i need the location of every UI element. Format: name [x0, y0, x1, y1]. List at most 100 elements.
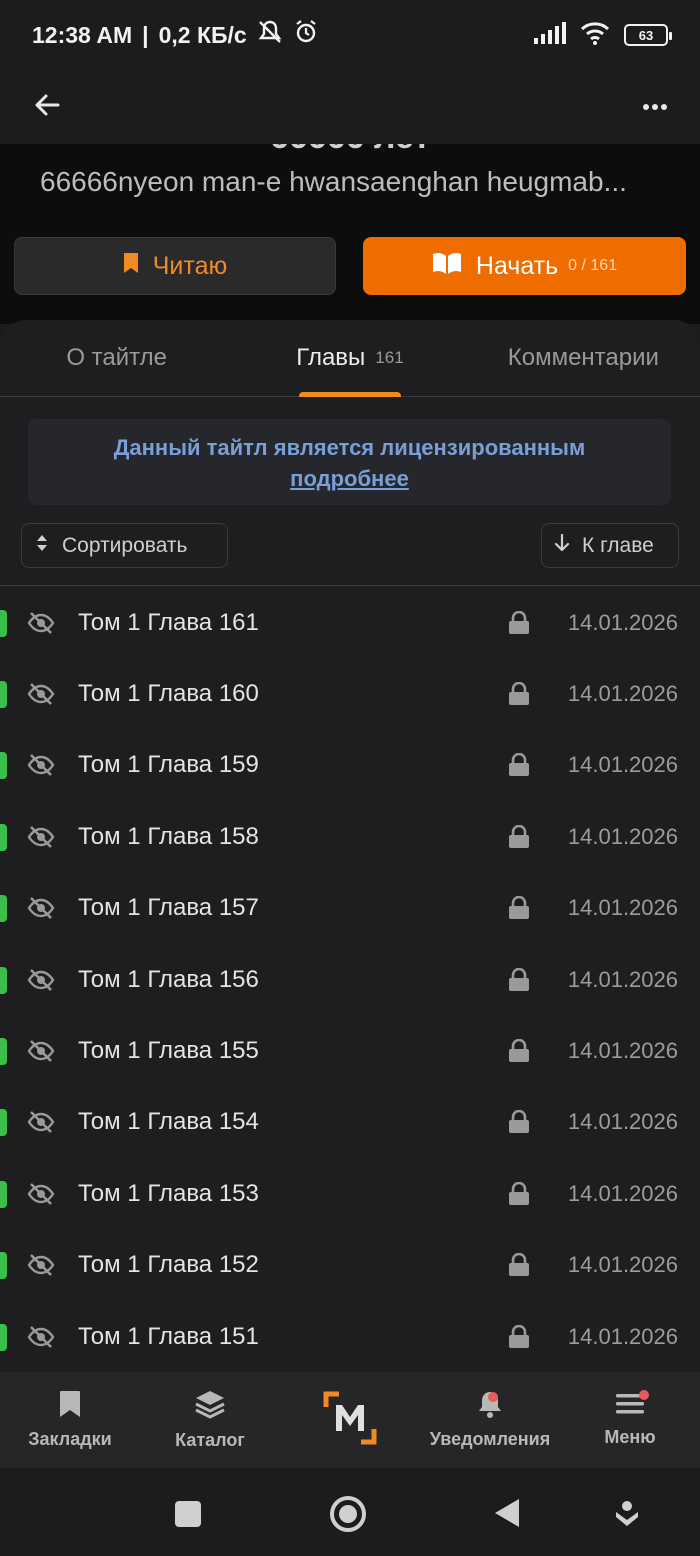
lock-icon — [508, 967, 530, 997]
start-reading-button[interactable]: Начать 0 / 161 — [363, 237, 686, 295]
eye-slash-icon[interactable] — [27, 1253, 55, 1282]
chapter-title: Том 1 Глава 156 — [78, 965, 259, 993]
chapter-date: 14.01.2026 — [567, 1038, 678, 1064]
chapter-title: Том 1 Глава 159 — [78, 751, 259, 779]
chapter-row[interactable]: Том 1 Глава 157 14.01.2026 — [0, 873, 700, 944]
tab-comments[interactable]: Комментарии — [467, 320, 700, 396]
chapter-date: 14.01.2026 — [567, 1180, 678, 1206]
list-divider — [0, 585, 700, 586]
eye-slash-icon[interactable] — [27, 753, 55, 782]
chapter-list: Том 1 Глава 161 14.01.2026 Том 1 Глава 160… — [0, 587, 700, 1372]
license-notice: Данный тайтл является лицензированным по… — [28, 419, 671, 505]
tab-about[interactable]: О тайтле — [0, 320, 233, 396]
status-left: 12:38 AM | 0,2 КБ/с — [32, 19, 319, 51]
go-to-chapter-button[interactable]: К главе — [541, 523, 679, 568]
chapter-date: 14.01.2026 — [567, 681, 678, 707]
read-marker — [0, 1109, 7, 1137]
eye-slash-icon[interactable] — [27, 1182, 55, 1211]
chapter-row[interactable]: Том 1 Глава 160 14.01.2026 — [0, 658, 700, 729]
bookmark-icon — [59, 1390, 81, 1423]
nav-menu-label: Меню — [604, 1427, 656, 1447]
eye-slash-icon[interactable] — [27, 1110, 55, 1139]
lock-icon — [508, 681, 530, 711]
eye-slash-icon[interactable] — [27, 1039, 55, 1068]
chapter-row[interactable]: Том 1 Глава 152 14.01.2026 — [0, 1230, 700, 1301]
recent-apps-icon[interactable] — [174, 1500, 202, 1533]
tab-about-label: О тайтле — [66, 344, 167, 371]
content-sheet: О тайтле Главы 161 Комментарии Данный та… — [0, 320, 700, 1372]
nav-menu[interactable]: Меню — [560, 1372, 700, 1468]
eye-slash-icon[interactable] — [27, 825, 55, 854]
read-marker — [0, 1038, 7, 1066]
menu-dot — [639, 1390, 649, 1400]
status-time: 12:38 AM — [32, 21, 133, 48]
eye-slash-icon[interactable] — [27, 1325, 55, 1354]
nav-bookmarks-label: Закладки — [28, 1429, 112, 1449]
chapter-title: Том 1 Глава 158 — [78, 822, 259, 850]
chapter-row[interactable]: Том 1 Глава 153 14.01.2026 — [0, 1158, 700, 1229]
sort-icon — [36, 534, 48, 558]
chapter-row[interactable]: Том 1 Глава 158 14.01.2026 — [0, 801, 700, 872]
status-bar: 12:38 AM | 0,2 КБ/с 63 — [0, 0, 700, 70]
nav-home-logo[interactable] — [280, 1372, 420, 1468]
chapter-date: 14.01.2026 — [567, 609, 678, 635]
lock-icon — [508, 1110, 530, 1139]
chapter-date: 14.01.2026 — [567, 1109, 678, 1135]
tab-chapters-label: Главы — [296, 344, 366, 371]
eye-slash-icon[interactable] — [27, 968, 55, 997]
title-alt-name: 66666nyeon man-e hwansaenghan heugmab... — [40, 166, 627, 197]
status-speed: 0,2 КБ/с — [158, 21, 247, 48]
eye-slash-icon[interactable] — [27, 682, 55, 711]
chapter-date: 14.01.2026 — [567, 966, 678, 992]
notification-dot — [488, 1392, 498, 1402]
back-arrow-icon[interactable] — [32, 90, 62, 125]
license-more-link[interactable]: подробнее — [290, 466, 409, 491]
chapter-row[interactable]: Том 1 Глава 154 14.01.2026 — [0, 1087, 700, 1158]
chapter-date: 14.01.2026 — [567, 1323, 678, 1349]
reading-button-label: Читаю — [152, 251, 228, 280]
bottom-navigation: Закладки Каталог Уведомления Меню — [0, 1372, 700, 1468]
chapter-date: 14.01.2026 — [567, 895, 678, 921]
nav-catalog-label: Каталог — [175, 1430, 245, 1450]
tab-chapters[interactable]: Главы 161 — [233, 320, 466, 396]
start-button-label: Начать — [475, 251, 559, 280]
chapter-row[interactable]: Том 1 Глава 156 14.01.2026 — [0, 944, 700, 1015]
chapter-date: 14.01.2026 — [567, 1252, 678, 1278]
chapter-row[interactable]: Том 1 Глава 159 14.01.2026 — [0, 730, 700, 801]
lock-icon — [508, 1252, 530, 1282]
assistant-icon[interactable] — [614, 1500, 640, 1533]
read-marker — [0, 1252, 7, 1280]
lock-icon — [508, 753, 530, 782]
nav-notifications[interactable]: Уведомления — [420, 1372, 560, 1468]
back-icon[interactable] — [493, 1497, 521, 1534]
sort-button[interactable]: Сортировать — [21, 523, 228, 568]
nav-catalog[interactable]: Каталог — [140, 1372, 280, 1468]
sort-button-label: Сортировать — [62, 533, 188, 557]
lock-icon — [508, 895, 530, 925]
tab-chapters-count: 161 — [375, 348, 404, 367]
chapter-date: 14.01.2026 — [567, 823, 678, 849]
reading-button[interactable]: Читаю — [14, 237, 336, 295]
more-options-icon[interactable] — [642, 98, 668, 116]
eye-slash-icon[interactable] — [27, 896, 55, 925]
chapter-row[interactable]: Том 1 Глава 151 14.01.2026 — [0, 1301, 700, 1372]
read-marker — [0, 1323, 7, 1351]
nav-bookmarks[interactable]: Закладки — [0, 1372, 140, 1468]
wifi-icon — [580, 21, 610, 50]
read-marker — [0, 752, 7, 780]
read-marker — [0, 609, 7, 637]
eye-slash-icon[interactable] — [27, 611, 55, 640]
chapter-row[interactable]: Том 1 Глава 161 14.01.2026 — [0, 587, 700, 658]
home-icon[interactable] — [329, 1495, 367, 1538]
system-navigation — [0, 1468, 700, 1556]
chapter-title: Том 1 Глава 155 — [78, 1037, 259, 1065]
read-marker — [0, 823, 7, 851]
chapter-title: Том 1 Глава 157 — [78, 894, 259, 922]
battery-level: 63 — [638, 27, 654, 43]
nav-notifications-label: Уведомления — [429, 1429, 551, 1449]
start-button-count: 0 / 161 — [568, 257, 618, 274]
chapter-title: Том 1 Глава 151 — [78, 1322, 259, 1350]
signal-icon — [534, 21, 566, 49]
chapter-row[interactable]: Том 1 Глава 155 14.01.2026 — [0, 1015, 700, 1086]
arrow-down-icon — [554, 533, 570, 559]
